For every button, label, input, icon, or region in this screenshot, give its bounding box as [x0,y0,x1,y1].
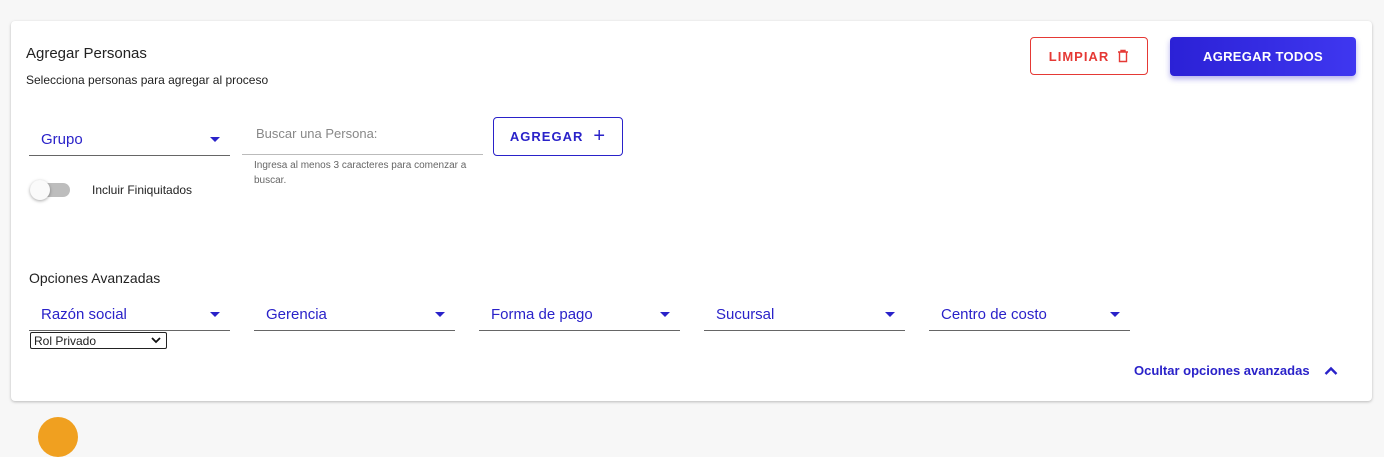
group-select[interactable]: Grupo [29,122,230,156]
caret-down-icon [1110,312,1120,317]
include-terminated-toggle[interactable] [30,180,76,200]
search-field [242,117,483,155]
caret-down-icon [435,312,445,317]
payment-method-select-label: Forma de pago [491,306,593,323]
branch-select-label: Sucursal [716,306,775,323]
branch-select[interactable]: Sucursal [704,297,905,331]
clear-button-label: LIMPIAR [1048,48,1110,64]
caret-down-icon [210,312,220,317]
payment-method-select[interactable]: Forma de pago [479,297,680,331]
group-select-label: Grupo [41,131,83,148]
card-subtitle: Selecciona personas para agregar al proc… [26,73,269,87]
search-input[interactable] [254,125,478,142]
hide-advanced-options-link[interactable]: Ocultar opciones avanzadas [1134,363,1338,378]
management-select[interactable]: Gerencia [254,297,455,331]
search-hint: Ingresa al menos 3 caracteres para comen… [254,160,467,186]
advanced-options-title: Opciones Avanzadas [29,270,161,286]
caret-down-icon [210,137,220,142]
avatar [38,417,78,457]
trash-icon [1118,49,1129,63]
add-all-button[interactable]: AGREGAR TODOS [1170,37,1356,76]
add-button[interactable]: AGREGAR + [493,117,623,156]
add-people-card: Agregar Personas Selecciona personas par… [11,21,1372,401]
hide-advanced-options-label: Ocultar opciones avanzadas [1134,363,1310,378]
company-select-label: Razón social [41,306,127,323]
caret-down-icon [885,312,895,317]
clear-button[interactable]: LIMPIAR [1030,37,1148,75]
toggle-knob [30,180,50,200]
role-select[interactable]: Rol Privado [30,332,167,349]
cost-center-select-label: Centro de costo [941,306,1047,323]
include-terminated-label: Incluir Finiquitados [92,183,193,197]
caret-down-icon [660,312,670,317]
chevron-up-icon [1324,366,1337,375]
card-title: Agregar Personas [26,45,147,62]
add-button-label: AGREGAR [509,129,584,144]
chevron-down-icon [151,337,161,344]
role-select-value: Rol Privado [34,334,97,348]
cost-center-select[interactable]: Centro de costo [929,297,1130,331]
management-select-label: Gerencia [266,306,327,323]
company-select[interactable]: Razón social [29,297,230,331]
plus-icon: + [593,124,607,147]
